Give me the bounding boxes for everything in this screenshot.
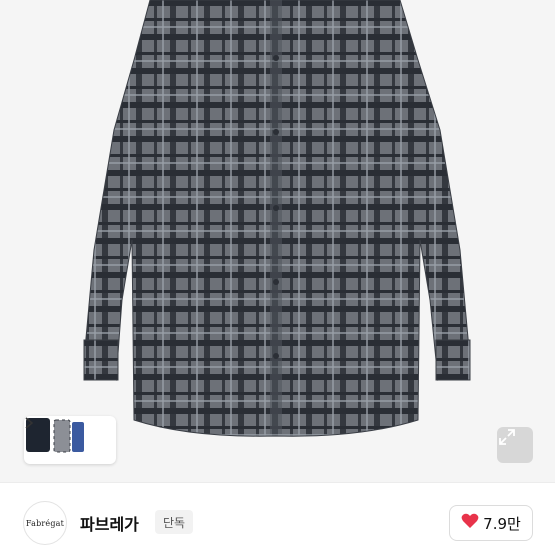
heart-icon	[461, 513, 479, 533]
exclusive-badge: 단독	[155, 510, 194, 534]
product-image[interactable]	[0, 0, 555, 482]
plaid-shirt-illustration	[83, 0, 471, 437]
brand-logo-text: Fabrégat	[25, 518, 65, 528]
brand-bar: Fabrégat 파브레가 단독 7.9만	[0, 483, 555, 555]
brand-logo[interactable]: Fabrégat	[23, 501, 67, 545]
expand-image-button[interactable]	[497, 427, 533, 463]
like-count: 7.9만	[483, 514, 521, 533]
like-button[interactable]: 7.9만	[449, 505, 533, 541]
chevron-right-icon	[25, 417, 110, 448]
color-thumbnails[interactable]	[24, 416, 116, 464]
brand-name[interactable]: 파브레가	[80, 511, 139, 535]
